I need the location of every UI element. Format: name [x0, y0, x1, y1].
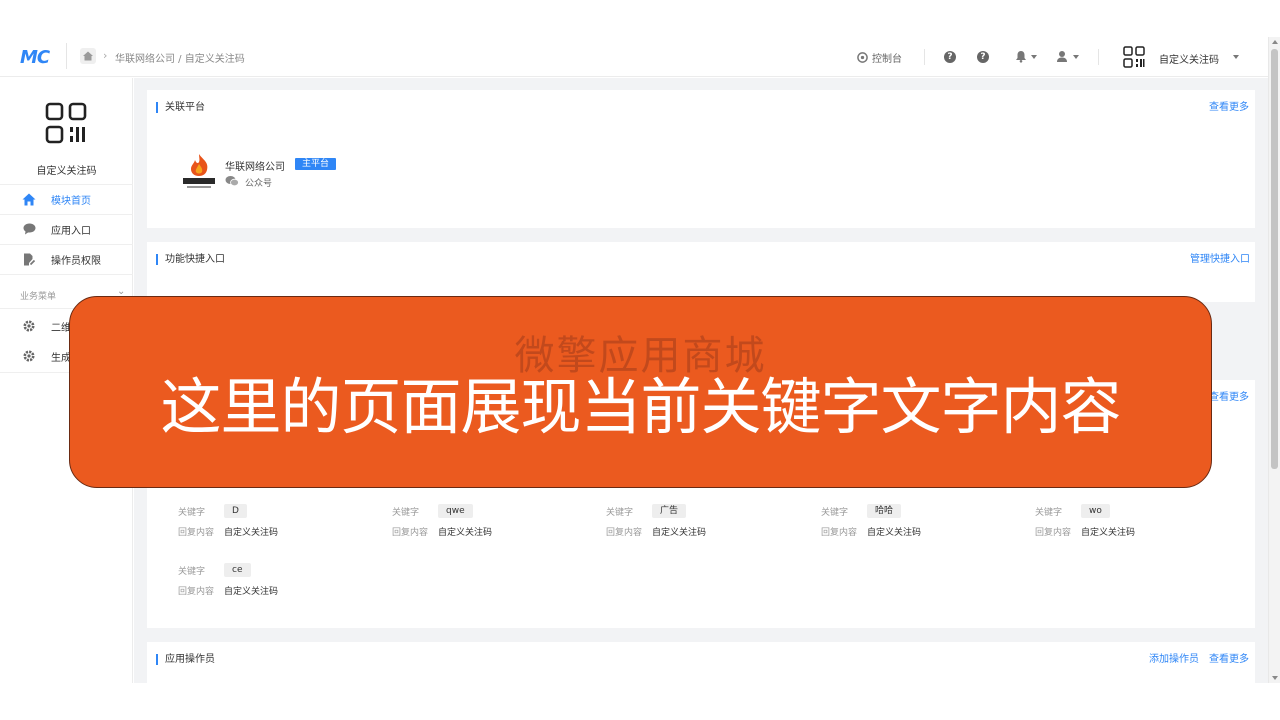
help-icon[interactable]: ? [977, 51, 989, 63]
reply-label: 回复内容 [178, 586, 215, 597]
reply-label: 回复内容 [821, 527, 858, 538]
console-label: 控制台 [872, 53, 902, 65]
page-scrollbar[interactable] [1268, 37, 1280, 683]
reply-value: 自定义关注码 [224, 586, 279, 597]
user-icon[interactable] [1056, 50, 1068, 63]
platform-logo[interactable] [181, 152, 217, 192]
keyword-label: 关键字 [178, 507, 206, 518]
wechat-icon [225, 176, 239, 187]
linked-platform-card: 关联平台 查看更多 华联网络公司 主平台 公众号 [147, 90, 1255, 228]
keyword-tag: qwe [438, 504, 473, 518]
logo[interactable]: MC [20, 47, 50, 68]
platform-type: 公众号 [245, 179, 273, 189]
keyword-label: 关键字 [392, 507, 420, 518]
keyword-item[interactable]: 关键字 ce 回复内容 自定义关注码 [178, 563, 378, 603]
keyword-item[interactable]: 关键字 qwe 回复内容 自定义关注码 [392, 504, 592, 544]
reply-label: 回复内容 [1035, 527, 1072, 538]
card-title: 功能快捷入口 [156, 254, 225, 265]
scroll-up-icon[interactable] [1272, 40, 1278, 44]
help-icon[interactable]: ? [944, 51, 956, 63]
qr-code-icon[interactable] [1123, 46, 1145, 68]
scroll-thumb[interactable] [1271, 49, 1278, 469]
reply-label: 回复内容 [392, 527, 429, 538]
view-more-link[interactable]: 查看更多 [1209, 392, 1249, 403]
manage-shortcuts-link[interactable]: 管理快捷入口 [1190, 254, 1250, 265]
divider [0, 274, 133, 275]
keyword-item[interactable]: 关键字 广告 回复内容 自定义关注码 [606, 504, 806, 544]
sidebar-item-label: 应用入口 [51, 225, 91, 237]
card-title: 关联平台 [156, 102, 205, 113]
platform-name[interactable]: 华联网络公司 [225, 158, 285, 173]
shortcuts-card: 功能快捷入口 管理快捷入口 [147, 242, 1255, 302]
gear-icon [22, 319, 36, 333]
sidebar-item-label: 生成 [51, 352, 71, 364]
caret-down-icon[interactable] [1233, 55, 1239, 59]
breadcrumb[interactable]: 华联网络公司 / 自定义关注码 [115, 50, 245, 65]
divider [924, 49, 925, 65]
divider [1098, 49, 1099, 65]
reply-value: 自定义关注码 [867, 527, 922, 538]
sidebar-item-label: 操作员权限 [51, 255, 101, 267]
view-more-link[interactable]: 查看更多 [1209, 102, 1249, 113]
sidebar-item-module-home[interactable]: 模块首页 [0, 184, 133, 214]
console-link[interactable]: 控制台 [857, 37, 902, 77]
top-header: MC › 华联网络公司 / 自定义关注码 控制台 ? ? 自定义关注码 [0, 37, 1268, 77]
scroll-down-icon[interactable] [1272, 676, 1278, 680]
sidebar-app-name: 自定义关注码 [36, 166, 97, 177]
app-switcher-label[interactable]: 自定义关注码 [1159, 51, 1219, 66]
card-title: 应用操作员 [156, 654, 215, 665]
home-icon [22, 192, 36, 206]
home-icon[interactable] [80, 48, 96, 64]
sidebar-item-label: 模块首页 [51, 195, 91, 207]
reply-label: 回复内容 [606, 527, 643, 538]
dashboard-icon [857, 51, 868, 63]
bell-icon[interactable] [1015, 50, 1027, 63]
keyword-tag: 哈哈 [867, 504, 902, 518]
keyword-label: 关键字 [606, 507, 634, 518]
caret-down-icon [1031, 55, 1037, 59]
divider [66, 43, 67, 69]
annotation-banner: 微擎应用商城 这里的页面展现当前关键字文字内容 [69, 296, 1212, 488]
sidebar-item-operator-permissions[interactable]: 操作员权限 [0, 244, 133, 274]
sidebar-item-label: 二维 [51, 322, 71, 334]
edit-doc-icon [22, 252, 36, 266]
annotation-text: 这里的页面展现当前关键字文字内容 [160, 372, 1121, 443]
keyword-label: 关键字 [821, 507, 849, 518]
keyword-tag: ce [224, 563, 251, 577]
keyword-item[interactable]: 关键字 哈哈 回复内容 自定义关注码 [821, 504, 1021, 544]
caret-down-icon [1073, 55, 1079, 59]
chevron-right-icon: › [103, 49, 108, 62]
keyword-label: 关键字 [178, 566, 206, 577]
reply-value: 自定义关注码 [438, 527, 493, 538]
add-operator-link[interactable]: 添加操作员 [1149, 654, 1199, 665]
keyword-tag: D [224, 504, 247, 518]
keyword-item[interactable]: 关键字 D 回复内容 自定义关注码 [178, 504, 378, 544]
keyword-label: 关键字 [1035, 507, 1063, 518]
sidebar-group-label: 业务菜单 [20, 292, 57, 302]
qr-code-icon [45, 102, 87, 144]
view-more-link[interactable]: 查看更多 [1209, 654, 1249, 665]
reply-value: 自定义关注码 [224, 527, 279, 538]
main-platform-badge: 主平台 [295, 158, 337, 170]
gear-icon [22, 349, 36, 363]
keyword-item[interactable]: 关键字 wo 回复内容 自定义关注码 [1035, 504, 1235, 544]
keyword-tag: 广告 [652, 504, 687, 518]
reply-value: 自定义关注码 [1081, 527, 1136, 538]
keyword-tag: wo [1081, 504, 1110, 518]
sidebar-item-app-entry[interactable]: 应用入口 [0, 214, 133, 244]
chat-icon [22, 222, 36, 236]
reply-label: 回复内容 [178, 527, 215, 538]
reply-value: 自定义关注码 [652, 527, 707, 538]
operators-card: 应用操作员 添加操作员 查看更多 [147, 642, 1255, 683]
